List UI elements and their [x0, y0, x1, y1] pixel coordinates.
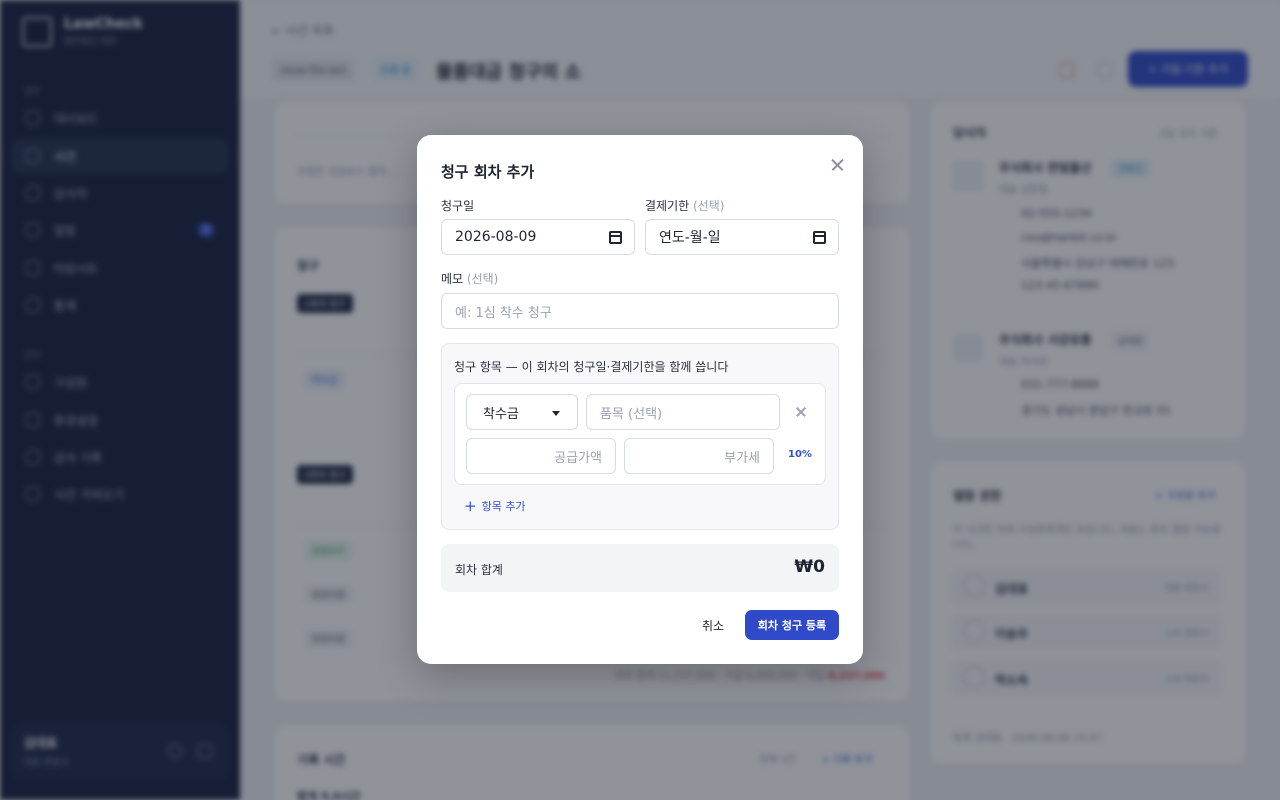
- memo-input[interactable]: 예: 1심 착수 청구: [441, 293, 839, 329]
- calendar-icon[interactable]: [609, 231, 622, 244]
- cancel-button[interactable]: 취소: [693, 610, 733, 640]
- item-type-value: 착수금: [483, 406, 519, 422]
- round-total-value: ₩0: [794, 557, 825, 577]
- remove-item-icon[interactable]: [795, 406, 807, 418]
- due-date-label: 결제기한 (선택): [645, 197, 724, 214]
- plus-icon: +: [464, 497, 477, 515]
- dialog-title: 청구 회차 추가: [441, 163, 535, 181]
- memo-label-text: 메모: [441, 272, 464, 286]
- vat-rate-toggle[interactable]: 10%: [788, 449, 812, 460]
- billing-item-row: 착수금 품목 (선택) 공급가액 부가세 10%: [454, 383, 826, 485]
- close-icon[interactable]: [829, 155, 845, 175]
- round-total-label: 회차 합계: [455, 563, 503, 577]
- due-date-value: 연도-월-일: [659, 230, 721, 246]
- add-item-button[interactable]: + 항목 추가: [464, 498, 526, 514]
- billing-items-section: 청구 항목 — 이 회차의 청구일·결제기한을 함께 씁니다 착수금 품목 (선…: [441, 343, 839, 530]
- vat-amount-input[interactable]: 부가세: [624, 438, 774, 474]
- memo-label: 메모 (선택): [441, 270, 498, 287]
- submit-billing-round-button[interactable]: 회차 청구 등록: [745, 610, 839, 640]
- billing-date-label: 청구일: [441, 199, 475, 213]
- supply-amount-input[interactable]: 공급가액: [466, 438, 616, 474]
- item-type-select[interactable]: 착수금: [466, 394, 578, 430]
- add-item-label: 항목 추가: [481, 500, 526, 513]
- due-date-input[interactable]: 연도-월-일: [645, 219, 839, 255]
- billing-date-value: 2026-08-09: [455, 229, 537, 245]
- billing-date-input[interactable]: 2026-08-09: [441, 219, 635, 255]
- round-total-box: 회차 합계 ₩0: [441, 544, 839, 592]
- optional-marker: (선택): [693, 199, 725, 213]
- due-date-label-text: 결제기한: [645, 199, 690, 213]
- billing-items-hint: 청구 항목 — 이 회차의 청구일·결제기한을 함께 씁니다: [454, 360, 729, 374]
- item-name-input[interactable]: 품목 (선택): [586, 394, 780, 430]
- calendar-icon[interactable]: [813, 231, 826, 244]
- optional-marker: (선택): [466, 272, 499, 286]
- add-billing-round-dialog: 청구 회차 추가 청구일 2026-08-09 결제기한 (선택) 연도-월-일…: [417, 135, 863, 664]
- chevron-down-icon: [552, 411, 560, 416]
